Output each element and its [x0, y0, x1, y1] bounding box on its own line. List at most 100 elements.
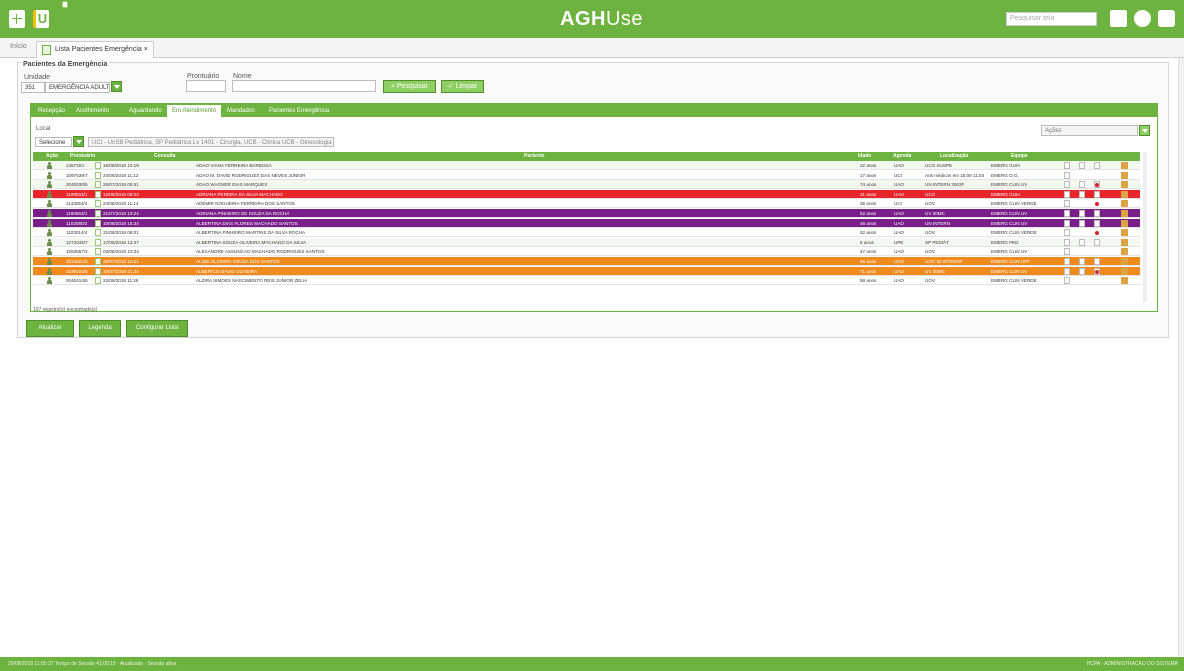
status-icon[interactable]: [1064, 190, 1070, 198]
record-doc-icon[interactable]: [95, 190, 101, 198]
status-icon[interactable]: [1064, 181, 1070, 189]
page-scrollbar[interactable]: [1178, 58, 1184, 656]
configurar-lista-button[interactable]: Configurar Lista: [126, 320, 188, 337]
patient-action-icon[interactable]: [47, 210, 52, 217]
record-doc-icon[interactable]: [95, 248, 101, 256]
table-row[interactable]: 1097539/7 24/08/2018 11:12 ADAO M. DAVID R…: [33, 170, 1140, 180]
patient-action-icon[interactable]: [47, 248, 52, 256]
atualizar-button[interactable]: Atualizar: [26, 320, 74, 337]
col-consulta[interactable]: Consulta: [154, 152, 175, 161]
table-row[interactable]: 2040030/5 26/07/2018 05:51 ADAO WAGNER DIA…: [33, 180, 1140, 190]
folder-icon[interactable]: [1121, 171, 1128, 179]
u-logo-icon[interactable]: U: [33, 10, 49, 28]
folder-icon[interactable]: [1121, 190, 1128, 198]
status-icon[interactable]: [1094, 190, 1100, 198]
patient-action-icon[interactable]: [47, 162, 52, 169]
apps-grid-icon[interactable]: [1110, 10, 1127, 27]
record-doc-icon[interactable]: [95, 258, 101, 265]
status-icon[interactable]: [1079, 190, 1085, 198]
folder-icon[interactable]: [1121, 210, 1128, 217]
record-doc-icon[interactable]: [95, 200, 101, 208]
record-doc-icon[interactable]: [95, 210, 101, 217]
status-icon[interactable]: [1094, 258, 1100, 265]
unidade-code-field[interactable]: 351: [21, 82, 45, 93]
folder-icon[interactable]: [1121, 162, 1128, 169]
status-icon[interactable]: [1094, 219, 1100, 227]
table-row[interactable]: 1190653/1 21/07/2018 10:24 ADRIANA PINHEIR…: [33, 209, 1140, 218]
table-row[interactable]: 1053557/2 03/08/2018 10:33 ALEXANDRE ASSUN…: [33, 247, 1140, 257]
record-doc-icon[interactable]: [95, 238, 101, 246]
logout-icon[interactable]: [1158, 10, 1175, 27]
table-row[interactable]: 2040414/5 22/08/2018 11:29 ALZIRA SIMOES N…: [33, 276, 1140, 286]
local-select[interactable]: Selecione: [35, 137, 72, 147]
pesquisar-button[interactable]: ⌕ Pesquisar: [383, 80, 436, 93]
document-icon[interactable]: [62, 1, 68, 8]
folder-icon[interactable]: [1121, 229, 1128, 237]
grid-scrollbar[interactable]: [1143, 152, 1147, 302]
table-row[interactable]: 1133054/4 24/08/2018 11:14 ADEMIR NOGUEIRA…: [33, 199, 1140, 209]
col-prontuario[interactable]: Prontuário: [70, 152, 95, 161]
tab-recepcao[interactable]: Recepção: [33, 105, 70, 117]
table-row[interactable]: 1102080/3 10/08/2018 16:34 ALBERTINA DIAS …: [33, 218, 1140, 228]
status-icon[interactable]: [1064, 210, 1070, 217]
tab-mandados[interactable]: Mandados: [222, 105, 260, 117]
search-input[interactable]: Pesquisar tela: [1006, 12, 1097, 26]
col-paciente[interactable]: Paciente: [524, 152, 545, 161]
tab-acolhimento[interactable]: Acolhimento: [71, 105, 114, 117]
record-doc-icon[interactable]: [95, 229, 101, 237]
status-icon[interactable]: [1064, 248, 1070, 256]
patient-action-icon[interactable]: [47, 181, 52, 189]
record-doc-icon[interactable]: [95, 277, 101, 285]
status-icon[interactable]: [1064, 219, 1070, 227]
status-icon[interactable]: [1064, 200, 1070, 208]
table-row[interactable]: 1198033/1 12/08/2018 09:22 ADRIANA PEREIRA…: [33, 189, 1140, 199]
patient-action-icon[interactable]: [47, 277, 52, 285]
limpar-button[interactable]: ✓ Limpar: [441, 80, 484, 93]
user-icon[interactable]: [1134, 10, 1151, 27]
record-doc-icon[interactable]: [95, 267, 101, 275]
col-idade[interactable]: Idade: [858, 152, 871, 161]
status-icon[interactable]: [1079, 238, 1085, 246]
status-icon[interactable]: [1094, 238, 1100, 246]
status-icon[interactable]: [1064, 277, 1070, 285]
status-icon[interactable]: [1064, 162, 1070, 169]
folder-icon[interactable]: [1121, 258, 1128, 265]
patient-action-icon[interactable]: [47, 258, 52, 265]
status-icon[interactable]: [1094, 210, 1100, 217]
col-agenda[interactable]: Agenda: [893, 152, 911, 161]
folder-icon[interactable]: [1121, 267, 1128, 275]
acoes-select[interactable]: Ações: [1041, 125, 1138, 136]
acoes-dropdown-button[interactable]: [1139, 125, 1150, 136]
tab-pacientes-emergencia[interactable]: Pacientes Emergência: [264, 105, 334, 117]
status-icon[interactable]: [1064, 171, 1070, 179]
status-icon[interactable]: [1064, 267, 1070, 275]
tab-em-atendimento[interactable]: Em Atendimento: [166, 104, 223, 118]
status-icon[interactable]: [1079, 181, 1085, 189]
col-acao[interactable]: Ação: [46, 152, 58, 161]
folder-icon[interactable]: [1121, 238, 1128, 246]
patient-action-icon[interactable]: [47, 238, 52, 246]
nome-input[interactable]: [232, 80, 376, 92]
tab-home[interactable]: Início: [10, 43, 27, 50]
folder-icon[interactable]: [1121, 277, 1128, 285]
table-row[interactable]: 1103014/4 31/08/2018 06:01 ALBERTINA PINHE…: [33, 228, 1140, 238]
folder-icon[interactable]: [1121, 219, 1128, 227]
patient-action-icon[interactable]: [47, 219, 52, 227]
record-doc-icon[interactable]: [95, 171, 101, 179]
patient-action-icon[interactable]: [47, 229, 52, 237]
record-doc-icon[interactable]: [95, 219, 101, 227]
status-icon[interactable]: [1079, 219, 1085, 227]
status-icon[interactable]: [1079, 267, 1085, 275]
table-row[interactable]: 2024621/5 29/07/2018 10:21 ALINE OLIVEIRA …: [33, 257, 1140, 266]
patient-action-icon[interactable]: [47, 200, 52, 208]
record-doc-icon[interactable]: [95, 162, 101, 169]
status-icon[interactable]: [1064, 258, 1070, 265]
folder-icon[interactable]: [1121, 181, 1128, 189]
status-icon[interactable]: [1064, 238, 1070, 246]
unidade-name-field[interactable]: EMERGÊNCIA ADULTO: [45, 82, 110, 93]
status-icon[interactable]: [1079, 162, 1085, 169]
col-localizacao[interactable]: Localização: [940, 152, 968, 161]
folder-icon[interactable]: [1121, 248, 1128, 256]
local-dropdown-button[interactable]: [73, 136, 84, 147]
tab-lista-pacientes[interactable]: Lista Pacientes Emergência ×: [36, 41, 154, 58]
